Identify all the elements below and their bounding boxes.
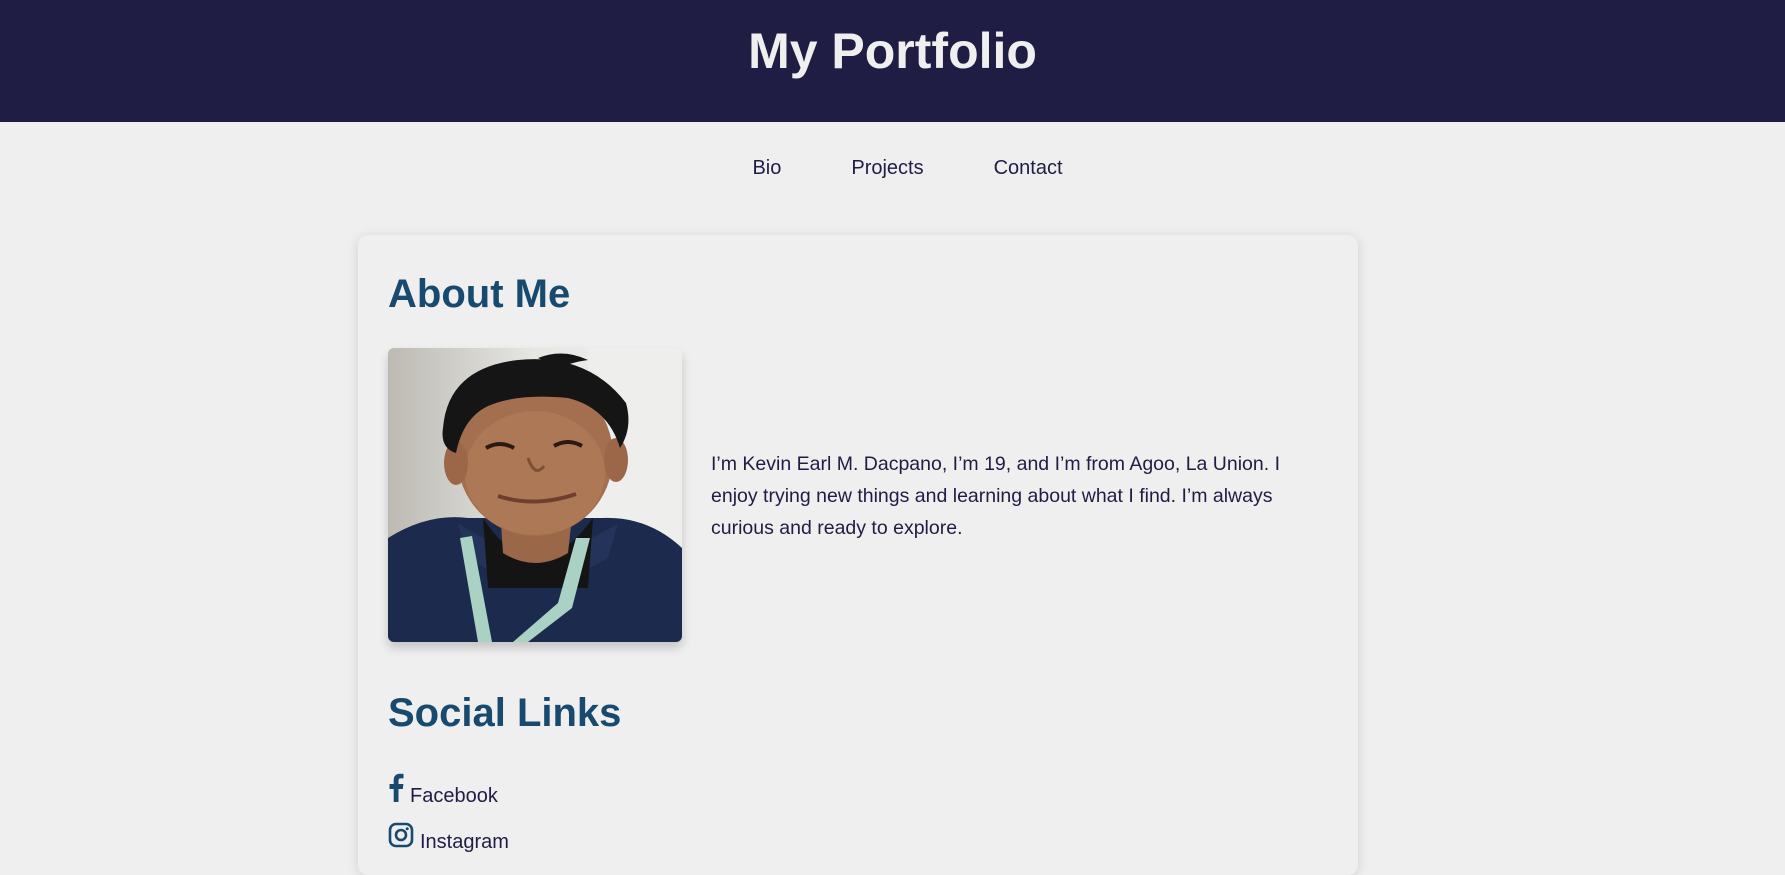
instagram-label: Instagram	[420, 831, 509, 853]
about-heading: About Me	[388, 272, 571, 316]
profile-photo	[388, 348, 682, 642]
site-header: My Portfolio	[0, 0, 1785, 122]
main-nav: Bio Projects Contact	[0, 150, 1785, 186]
nav-link-bio[interactable]: Bio	[752, 150, 781, 186]
facebook-icon	[388, 772, 404, 808]
nav-link-projects[interactable]: Projects	[851, 150, 923, 186]
bio-text: I’m Kevin Earl M. Dacpano, I’m 19, and I…	[711, 453, 1281, 539]
profile-photo-illustration	[388, 348, 682, 642]
instagram-icon	[388, 822, 414, 854]
social-heading: Social Links	[388, 691, 622, 735]
nav-link-contact[interactable]: Contact	[994, 150, 1063, 186]
site-title: My Portfolio	[748, 23, 1037, 79]
instagram-link[interactable]: Instagram	[388, 822, 509, 854]
facebook-label: Facebook	[410, 785, 498, 807]
facebook-link[interactable]: Facebook	[388, 772, 498, 808]
content-card: About Me I’m Kevin Earl M. Dacpano, I’m …	[358, 235, 1358, 875]
